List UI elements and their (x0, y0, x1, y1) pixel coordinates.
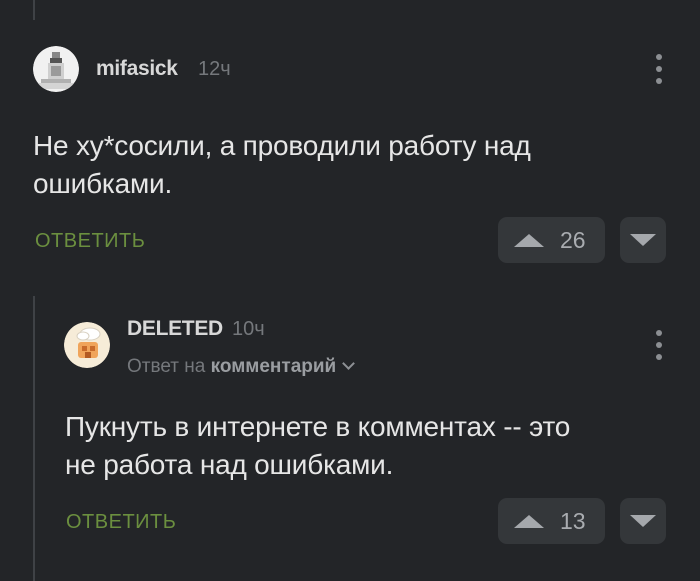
avatar-image (64, 322, 110, 368)
more-options-icon[interactable] (653, 330, 665, 360)
upvote-icon (514, 514, 544, 528)
reply-to-info[interactable]: Ответ на комментарий (127, 356, 356, 378)
reply-to-prefix: Ответ на (127, 356, 206, 377)
comment-text-line-2: ошибками. (33, 168, 173, 199)
comment-text-line-1: Пукнуть в интернете в комментах -- это (65, 411, 571, 442)
username[interactable]: mifasick (96, 57, 178, 81)
avatar[interactable] (64, 322, 110, 368)
avatar-image (33, 46, 79, 92)
vote-count: 26 (560, 226, 586, 253)
upvote-button[interactable]: 13 (498, 498, 605, 544)
downvote-icon (630, 515, 656, 527)
reply-button[interactable]: ОТВЕТИТЬ (66, 511, 176, 534)
comment-text: Не ху*сосили, а проводили работу над оши… (33, 127, 531, 203)
vote-count: 13 (560, 507, 586, 534)
avatar[interactable] (33, 46, 79, 92)
downvote-button[interactable] (620, 217, 666, 263)
downvote-icon (630, 234, 656, 246)
reply-button[interactable]: ОТВЕТИТЬ (35, 230, 145, 253)
username[interactable]: DELETED (127, 317, 223, 341)
chevron-down-icon[interactable] (342, 357, 356, 370)
comment-2: DELETED 10ч Ответ на комментарий Пукнуть… (0, 296, 700, 581)
timestamp: 12ч (198, 58, 231, 80)
comment-text: Пукнуть в интернете в комментах -- это н… (65, 408, 570, 484)
more-options-icon[interactable] (653, 54, 665, 84)
comment-text-line-1: Не ху*сосили, а проводили работу над (33, 130, 531, 161)
upvote-icon (514, 233, 544, 247)
comment-text-line-2: не работа над ошибками. (65, 449, 394, 480)
downvote-button[interactable] (620, 498, 666, 544)
reply-to-target[interactable]: комментарий (211, 356, 337, 377)
upvote-button[interactable]: 26 (498, 217, 605, 263)
timestamp: 10ч (232, 318, 265, 340)
comment-1: mifasick 12ч Не ху*сосили, а проводили р… (0, 0, 700, 290)
